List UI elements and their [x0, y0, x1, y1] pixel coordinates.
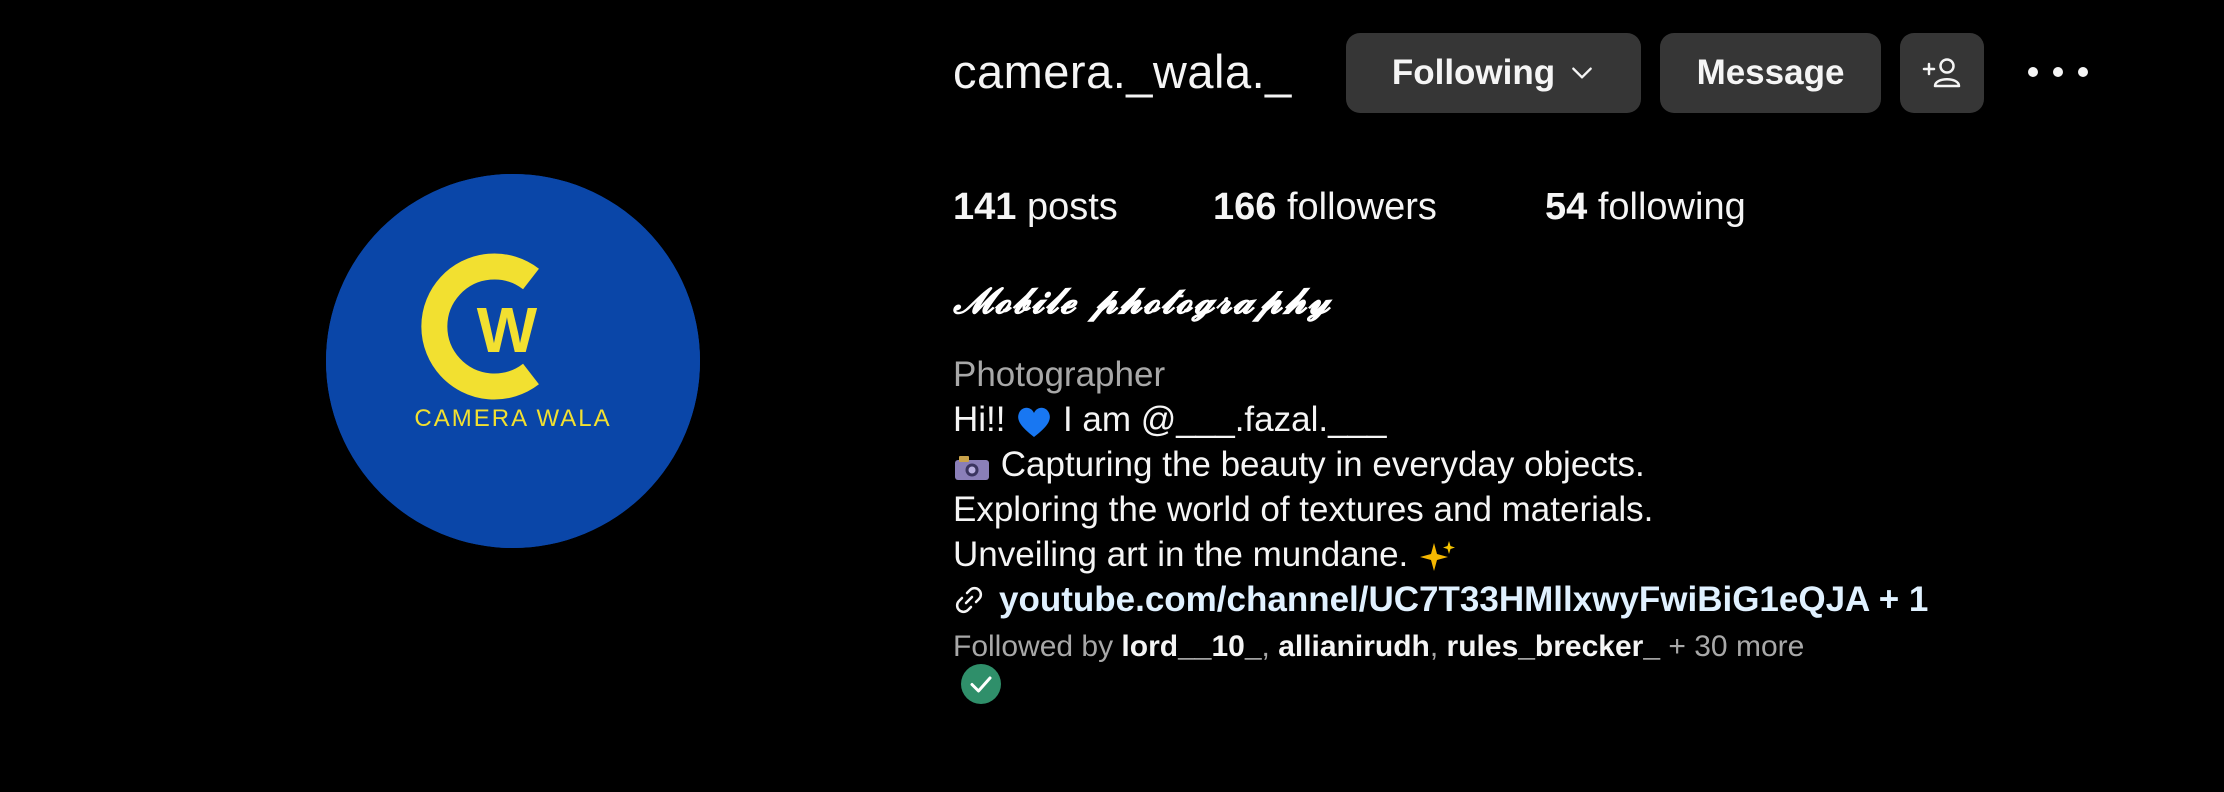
profile-link[interactable]: youtube.com/channel/UC7T33HMllxwyFwiBiG1… — [953, 580, 1928, 620]
more-options-icon — [2028, 67, 2038, 77]
bio-line-1: Hi!! I am @___.fazal.___ — [953, 400, 1386, 440]
add-user-icon — [1922, 58, 1961, 88]
followed-by-user[interactable]: lord__10_ — [1121, 630, 1261, 663]
following-button[interactable]: Following — [1346, 33, 1641, 113]
blue-heart-icon — [1018, 407, 1051, 437]
more-options-button[interactable] — [2028, 52, 2088, 92]
bio-line-4-text: Unveiling art in the mundane. — [953, 535, 1409, 574]
bio-line-4: Unveiling art in the mundane. — [953, 535, 1458, 575]
camera-icon — [955, 455, 989, 480]
message-button-label: Message — [1696, 53, 1845, 92]
following-label: following — [1597, 186, 1746, 228]
followers-label: followers — [1286, 186, 1437, 228]
profile-category: Photographer — [953, 355, 1166, 394]
more-options-dot — [2053, 67, 2063, 77]
following-button-label: Following — [1391, 53, 1556, 92]
bio-intro: I am @___.fazal.___ — [1062, 400, 1387, 439]
sparkles-icon — [1420, 540, 1456, 571]
bio-line-3: Exploring the world of textures and mate… — [953, 490, 1654, 529]
followed-by-user[interactable]: allianirudh — [1278, 630, 1430, 663]
following-stat[interactable]: 54 following — [1545, 186, 1746, 229]
logo-monogram-w: W — [477, 294, 538, 366]
bio-greeting: Hi!! — [953, 400, 1006, 439]
profile-link-text: youtube.com/channel/UC7T33HMllxwyFwiBiG1… — [999, 580, 1929, 619]
posts-count: 141 — [953, 186, 1017, 228]
more-options-dot — [2078, 67, 2088, 77]
followers-stat[interactable]: 166 followers — [1213, 186, 1437, 229]
followed-by-more: + 30 more — [1668, 630, 1805, 663]
following-count: 54 — [1545, 186, 1588, 228]
followed-by-prefix: Followed by — [953, 630, 1114, 663]
profile-username: camera._wala._ — [953, 45, 1292, 98]
logo-text: CAMERA WALA — [414, 405, 611, 432]
camera-wala-logo: W CAMERA WALA — [326, 174, 700, 548]
posts-stat: 141 posts — [953, 186, 1118, 229]
followed-by-user[interactable]: rules_brecker_ — [1447, 630, 1661, 663]
check-badge-icon — [961, 664, 1001, 704]
bio-line-2-text: Capturing the beauty in everyday objects… — [1000, 445, 1645, 484]
profile-avatar[interactable]: W CAMERA WALA — [326, 174, 700, 548]
followers-count: 166 — [1213, 186, 1277, 228]
profile-full-name: 𝓜𝓸𝓫𝓲𝓵𝓮 𝓹𝓱𝓸𝓽𝓸𝓰𝓻𝓪𝓹𝓱𝔂 — [953, 280, 1332, 322]
chevron-down-icon — [1572, 67, 1592, 79]
bio-line-2: Capturing the beauty in everyday objects… — [953, 445, 1645, 485]
link-icon — [955, 586, 983, 614]
followed-by[interactable]: Followed by lord__10_, allianirudh, rule… — [953, 630, 1804, 664]
posts-label: posts — [1026, 186, 1118, 228]
message-button[interactable]: Message — [1660, 33, 1881, 113]
add-user-button[interactable] — [1900, 33, 1984, 113]
